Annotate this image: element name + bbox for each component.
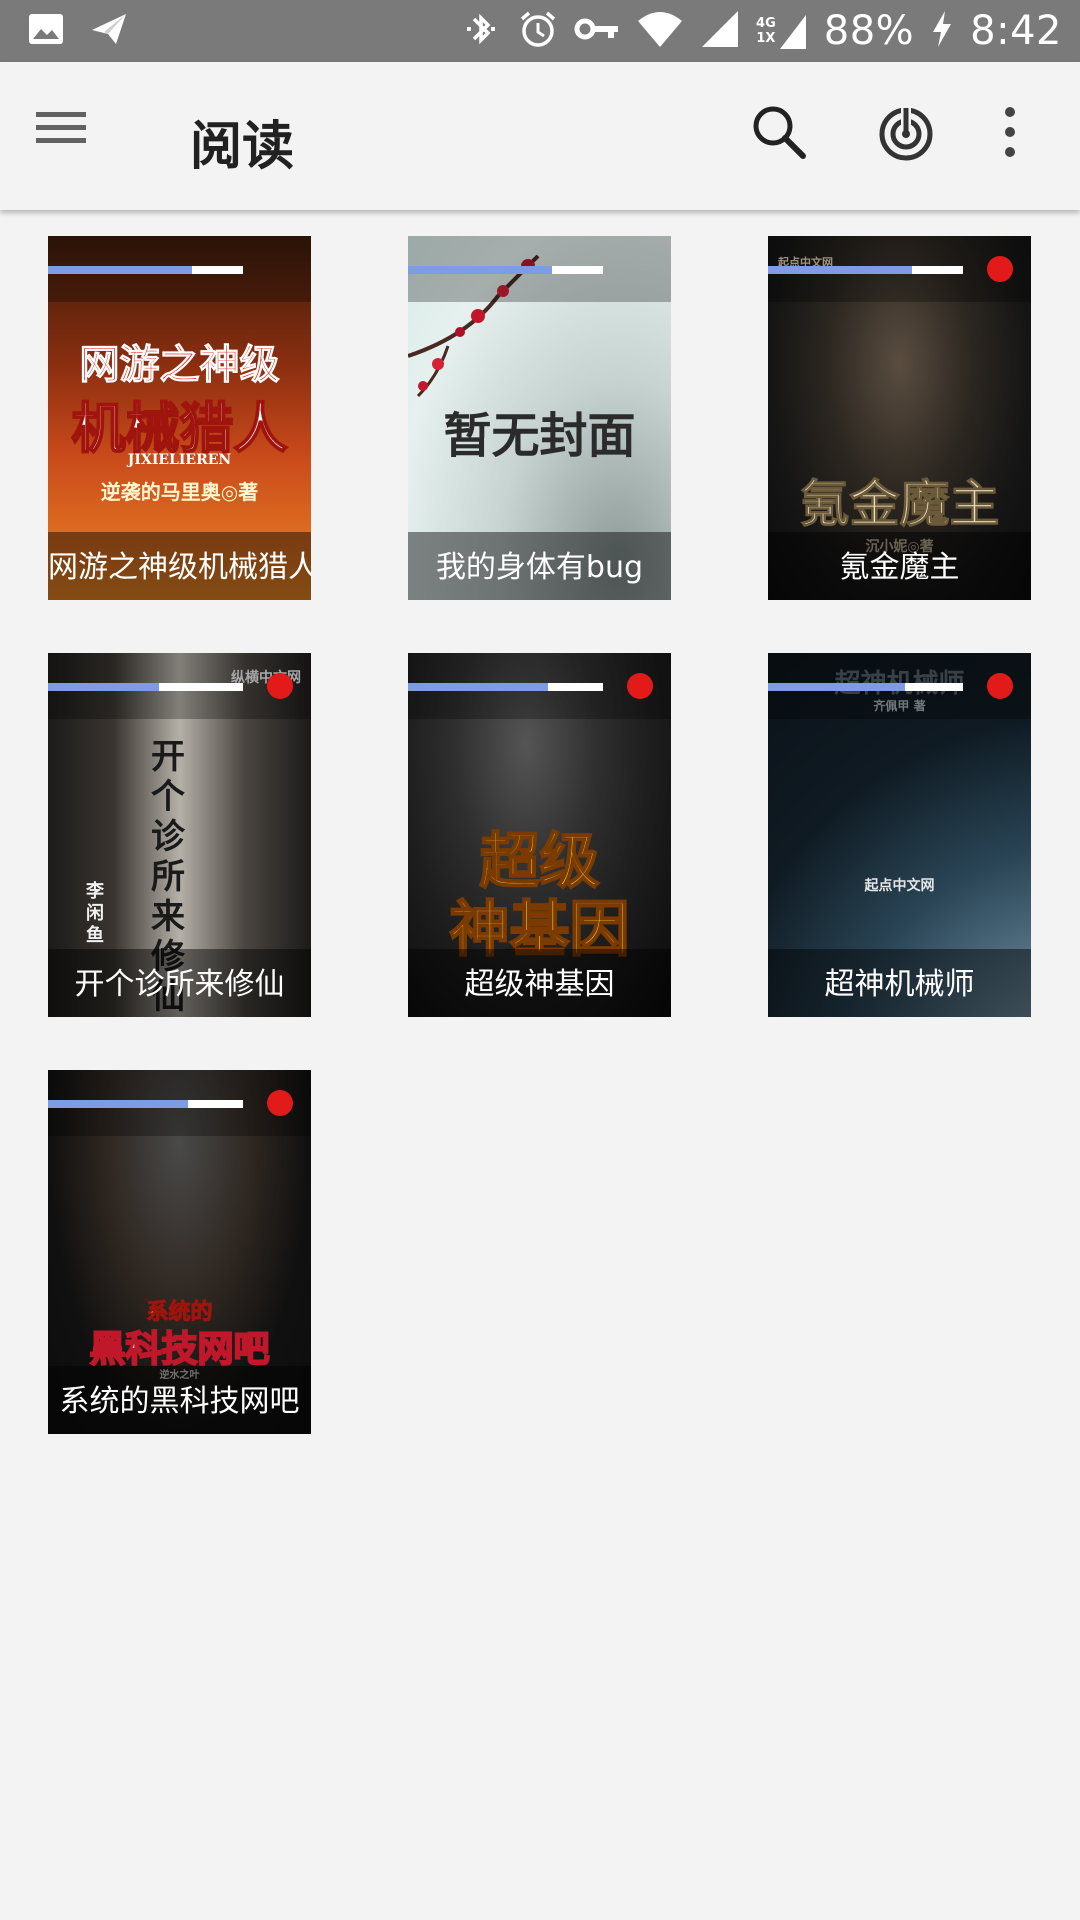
search-button[interactable] xyxy=(749,102,819,172)
reading-progress-fill xyxy=(408,683,549,691)
unread-badge xyxy=(627,673,653,699)
reading-progress-fill xyxy=(48,683,160,691)
reading-progress-fill xyxy=(408,266,553,274)
network-label-1x: 1X xyxy=(756,31,776,46)
cover-text-line: JIXIELIEREN xyxy=(127,452,232,468)
book-card[interactable]: 超级 神基因 超级神基因 xyxy=(408,653,671,1017)
cover-text-line: 起点中文网 xyxy=(864,878,935,894)
book-title: 网游之神级机械猎人 xyxy=(48,550,311,585)
reading-progress-fill xyxy=(48,1100,189,1108)
unread-badge xyxy=(267,673,293,699)
menu-button[interactable] xyxy=(36,108,108,164)
book-title: 氪金魔主 xyxy=(839,550,960,585)
discover-button[interactable] xyxy=(876,102,946,172)
book-title: 开个诊所来修仙 xyxy=(74,967,285,1002)
clock-time: 8:42 xyxy=(970,8,1062,54)
hamburger-menu-icon xyxy=(36,112,86,143)
book-title: 超级神基因 xyxy=(464,967,615,1002)
page-title: 阅读 xyxy=(190,117,295,177)
book-title: 超神机械师 xyxy=(824,967,975,1002)
send-icon xyxy=(90,12,128,50)
unread-badge xyxy=(987,256,1013,282)
status-bar: 4G 1X 88% 8:42 xyxy=(0,0,1080,62)
reading-progress-bar xyxy=(768,683,963,691)
reading-progress-bar xyxy=(768,266,963,274)
book-card[interactable]: 起点中文网 氪金魔主 沉小妮◎著 氪金魔主 xyxy=(768,236,1031,600)
cover-text-line: 黑科技网吧 xyxy=(88,1327,270,1371)
network-label-4g: 4G xyxy=(756,16,776,31)
reading-progress-bar xyxy=(408,683,603,691)
unread-badge xyxy=(987,673,1013,699)
book-title: 我的身体有bug xyxy=(435,550,644,585)
book-card[interactable]: 超神机械师 齐佩甲 著 起点中文网 超神机械师 xyxy=(768,653,1031,1017)
cover-text-line: 网游之神级 xyxy=(79,341,280,389)
reading-progress-fill xyxy=(768,683,905,691)
network-type-indicator: 4G 1X xyxy=(756,11,808,51)
reading-progress-fill xyxy=(48,266,193,274)
cover-text-line: 李闲鱼 xyxy=(86,881,104,946)
reading-progress-bar xyxy=(408,266,603,274)
reading-progress-bar xyxy=(48,266,243,274)
book-title: 系统的黑科技网吧 xyxy=(59,1384,300,1419)
more-options-button[interactable] xyxy=(990,102,1050,172)
search-icon xyxy=(753,106,806,159)
app-bar: 阅读 xyxy=(0,62,1080,210)
image-icon xyxy=(28,13,64,49)
wifi-icon xyxy=(636,9,684,53)
book-card[interactable]: 系统的 黑科技网吧 逆水之叶 系统的黑科技网吧 xyxy=(48,1070,311,1434)
reading-progress-bar xyxy=(48,1100,243,1108)
charging-bolt-icon xyxy=(930,9,954,53)
book-card[interactable]: 纵横中文网 开个诊所来修仙 李闲鱼 开个诊所来修仙 xyxy=(48,653,311,1017)
unread-badge xyxy=(267,1090,293,1116)
cover-text-line: 暂无封面 xyxy=(443,408,636,464)
cover-text-line: 氪金魔主 xyxy=(799,474,1000,534)
reading-progress-fill xyxy=(768,266,913,274)
battery-percentage: 88% xyxy=(823,8,915,54)
more-vert-icon xyxy=(1005,107,1015,157)
book-card[interactable]: 暂无封面 我的身体有bug xyxy=(408,236,671,600)
reading-progress-bar xyxy=(48,683,243,691)
radar-icon xyxy=(879,106,933,161)
bluetooth-icon xyxy=(462,9,502,53)
cover-text-line: 逆袭的马里奥◎著 xyxy=(100,480,259,504)
vpn-key-icon xyxy=(574,13,620,49)
alarm-icon xyxy=(518,9,558,53)
signal-icon xyxy=(700,9,740,53)
book-card[interactable]: 网游之神级 机械猎人 JIXIELIEREN 逆袭的马里奥◎著 网游之神级机械猎… xyxy=(48,236,311,600)
